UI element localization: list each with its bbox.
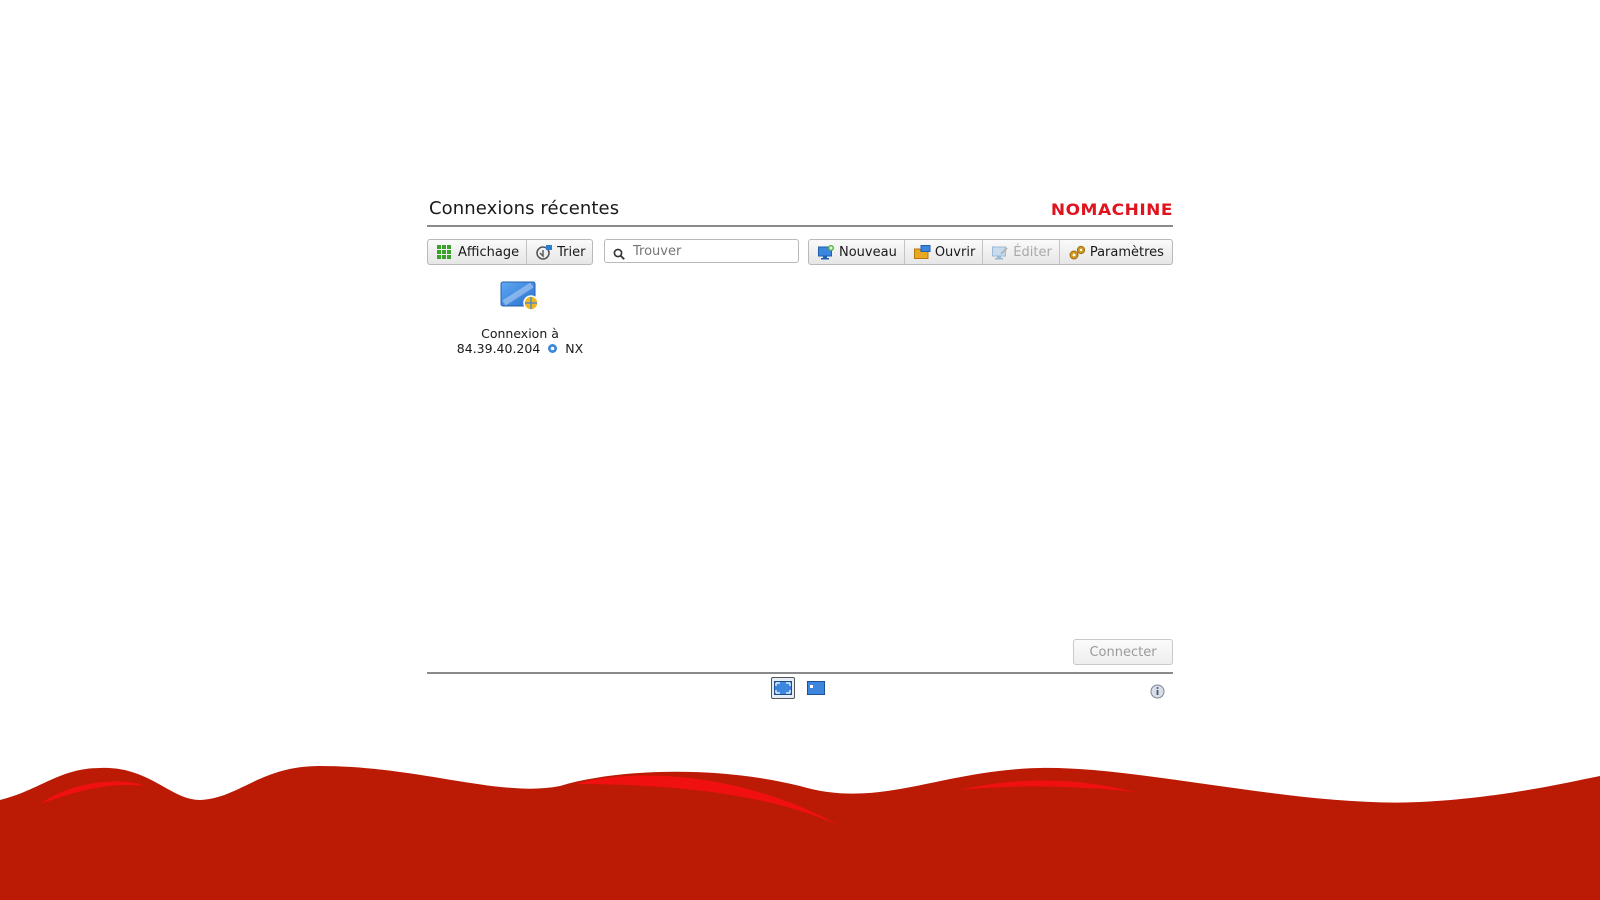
nomachine-logo: NOMACHINE [1050, 200, 1173, 220]
footer-view-switcher [771, 677, 827, 699]
edit-button[interactable]: Éditer [983, 240, 1060, 264]
gears-icon [1069, 245, 1085, 260]
connection-protocol: NX [565, 341, 584, 356]
footer-divider [427, 672, 1173, 674]
settings-button[interactable]: Paramètres [1060, 240, 1171, 264]
page-title: Connexions récentes [429, 198, 620, 219]
recent-connections-panel: Connexions récentes NOMACHINE Affichage [427, 190, 1173, 710]
connection-host: 84.39.40.204 [456, 341, 541, 356]
monitor-globe-icon [500, 280, 540, 312]
new-connection-icon [818, 244, 834, 260]
background-wave [0, 766, 1600, 900]
open-folder-icon [913, 244, 931, 260]
search-field[interactable] [604, 239, 799, 263]
settings-button-label: Paramètres [1089, 244, 1164, 260]
sort-icon [536, 244, 553, 260]
view-button-label: Affichage [458, 244, 520, 260]
sort-button-label: Trier [557, 244, 586, 260]
nx-gear-icon [547, 342, 558, 353]
open-button[interactable]: Ouvrir [905, 240, 984, 264]
open-button-label: Ouvrir [934, 244, 976, 260]
new-button-label: Nouveau [839, 244, 897, 260]
fullscreen-view-icon[interactable] [771, 677, 795, 699]
new-button[interactable]: Nouveau [809, 240, 905, 264]
edit-icon [992, 245, 1009, 260]
windowed-view-icon[interactable] [805, 678, 827, 698]
connect-button[interactable]: Connecter [1073, 639, 1173, 665]
info-icon[interactable] [1150, 684, 1165, 699]
view-sort-group: Affichage Trier [427, 239, 594, 265]
edit-button-label: Éditer [1013, 244, 1052, 260]
sort-button[interactable]: Trier [527, 240, 592, 264]
connection-host-line: 84.39.40.204 NX [455, 341, 585, 356]
header-divider [427, 225, 1173, 227]
connection-item[interactable]: Connexion à 84.39.40.204 NX [455, 280, 585, 356]
search-icon [613, 245, 625, 260]
search-input[interactable] [633, 243, 783, 259]
grid-icon [437, 244, 452, 260]
view-button[interactable]: Affichage [428, 240, 528, 264]
action-group: Nouveau Ouvrir Éditer Paramètres [808, 239, 1173, 265]
connection-title: Connexion à [481, 326, 559, 341]
